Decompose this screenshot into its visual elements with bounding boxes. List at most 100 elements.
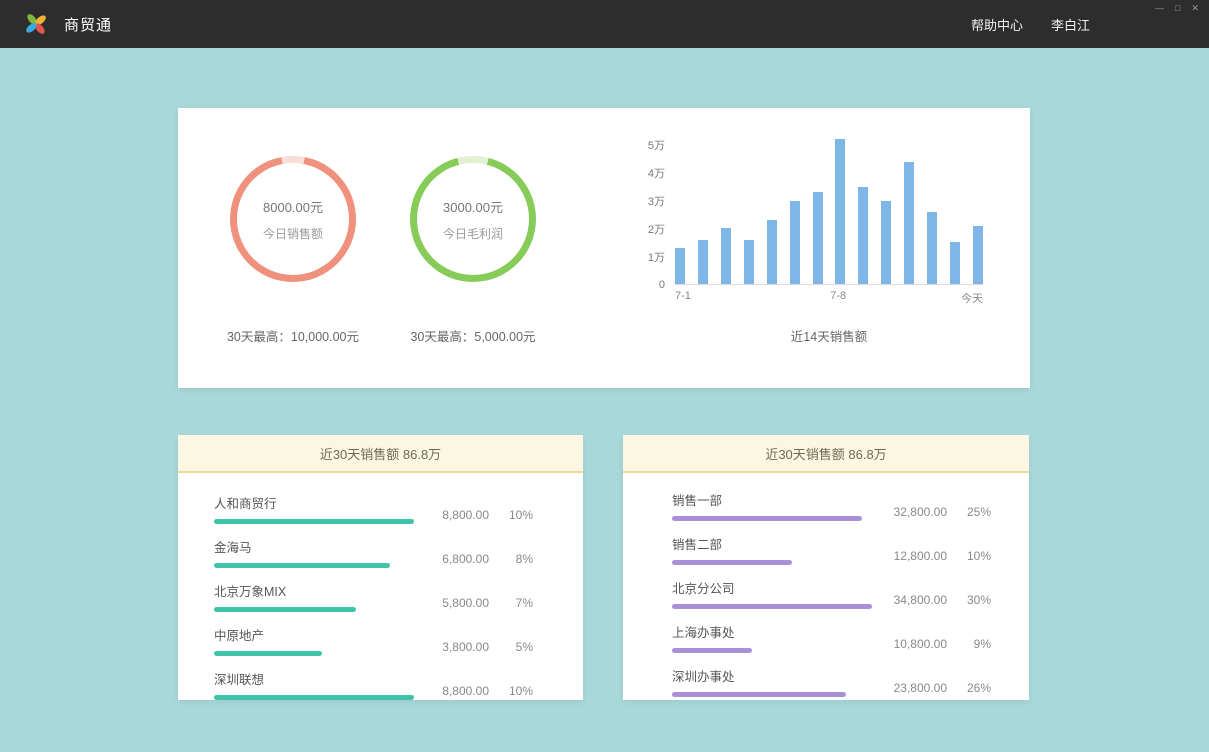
- username-link[interactable]: 李白江: [1051, 15, 1090, 34]
- today-profit-gauge: 3000.00元 今日毛利润 30天最高：5,000.00元: [378, 156, 568, 345]
- ranking-item-bar-track: [672, 692, 872, 697]
- ranking-item-value: 32,800.00: [885, 505, 947, 519]
- bar-chart-bar: [973, 226, 983, 284]
- ranking-item-bar-track: [214, 519, 414, 524]
- ranking-item-name: 人和商贸行: [214, 493, 427, 512]
- help-center-link[interactable]: 帮助中心: [971, 15, 1023, 34]
- ranking-row: 金海马 6,800.00 8%: [214, 537, 533, 568]
- app-logo-icon: [24, 12, 48, 36]
- ranking-item-bar: [672, 604, 872, 609]
- ranking-row: 深圳办事处 23,800.00 26%: [672, 666, 991, 697]
- ranking-item-percent: 5%: [505, 640, 533, 654]
- ranking-item-bar: [214, 695, 414, 700]
- ranking-row-left: 金海马: [214, 537, 427, 568]
- ranking-item-bar: [214, 563, 390, 568]
- ranking-row-right: 23,800.00 26%: [885, 681, 991, 697]
- chart-y-axis: 5万 4万 3万 2万 1万 0: [633, 145, 675, 285]
- titlebar-links: 帮助中心 李白江: [943, 15, 1090, 34]
- y-axis-label: 2万: [648, 221, 665, 237]
- ranking-item-percent: 10%: [505, 508, 533, 522]
- ranking-item-name: 深圳办事处: [672, 666, 885, 685]
- chart-plot-row: 5万 4万 3万 2万 1万 0: [633, 145, 983, 285]
- bar-chart-bar: [675, 248, 685, 284]
- ranking-row-right: 10,800.00 9%: [885, 637, 991, 653]
- today-profit-ring: 3000.00元 今日毛利润: [410, 156, 536, 282]
- ranking-item-bar-track: [214, 651, 414, 656]
- department-ranking-card: 近30天销售额 86.8万 销售一部 32,800.00 25% 销售二部 12…: [623, 435, 1029, 700]
- ranking-row-right: 12,800.00 10%: [885, 549, 991, 565]
- y-axis-label: 5万: [648, 137, 665, 153]
- maximize-icon[interactable]: □: [1175, 3, 1180, 14]
- minimize-icon[interactable]: —: [1155, 3, 1164, 14]
- ranking-item-percent: 25%: [963, 505, 991, 519]
- ranking-item-bar: [672, 648, 752, 653]
- department-ranking-title: 近30天销售额 86.8万: [623, 435, 1029, 473]
- ranking-item-bar-track: [672, 560, 872, 565]
- ranking-item-value: 8,800.00: [427, 684, 489, 698]
- ranking-row-left: 中原地产: [214, 625, 427, 656]
- ranking-item-value: 12,800.00: [885, 549, 947, 563]
- ranking-row: 北京万象MIX 5,800.00 7%: [214, 581, 533, 612]
- ranking-row-right: 8,800.00 10%: [427, 508, 533, 524]
- ranking-item-value: 34,800.00: [885, 593, 947, 607]
- ranking-item-bar: [672, 560, 792, 565]
- today-profit-30day-max: 30天最高：5,000.00元: [378, 326, 568, 345]
- ranking-row-left: 人和商贸行: [214, 493, 427, 524]
- ranking-item-percent: 10%: [963, 549, 991, 563]
- x-axis-label: 今天: [961, 290, 983, 306]
- ranking-item-value: 8,800.00: [427, 508, 489, 522]
- bar-chart-bar: [950, 242, 960, 284]
- ranking-item-bar: [672, 516, 862, 521]
- y-axis-label: 4万: [648, 165, 665, 181]
- ranking-item-bar-track: [214, 607, 414, 612]
- bar-plot: [675, 145, 983, 285]
- x-axis-label: 7-8: [830, 290, 846, 302]
- ranking-item-name: 销售二部: [672, 534, 885, 553]
- ranking-item-bar-track: [672, 516, 872, 521]
- window-controls: — □ ✕: [1155, 3, 1199, 14]
- ranking-row: 北京分公司 34,800.00 30%: [672, 578, 991, 609]
- ranking-item-name: 销售一部: [672, 490, 885, 509]
- ranking-item-value: 10,800.00: [885, 637, 947, 651]
- ranking-item-value: 3,800.00: [427, 640, 489, 654]
- ranking-item-bar-track: [672, 604, 872, 609]
- ranking-item-name: 北京分公司: [672, 578, 885, 597]
- ranking-item-bar-track: [214, 563, 414, 568]
- ranking-row-left: 北京分公司: [672, 578, 885, 609]
- ranking-row-left: 深圳联想: [214, 669, 427, 700]
- ranking-item-value: 5,800.00: [427, 596, 489, 610]
- ranking-item-name: 中原地产: [214, 625, 427, 644]
- customer-ranking-list: 人和商贸行 8,800.00 10% 金海马 6,800.00 8% 北京万象M…: [178, 473, 583, 700]
- ranking-row: 销售二部 12,800.00 10%: [672, 534, 991, 565]
- bar-chart-bar: [927, 212, 937, 284]
- titlebar: 商贸通 帮助中心 李白江 — □ ✕: [0, 0, 1209, 48]
- ranking-item-value: 23,800.00: [885, 681, 947, 695]
- x-axis-label: 7-1: [675, 290, 691, 302]
- bar-chart-bar: [904, 162, 914, 284]
- y-axis-label: 0: [659, 279, 665, 291]
- chart-caption: 近14天销售额: [675, 326, 983, 345]
- bar-chart-bar: [721, 228, 731, 284]
- y-axis-label: 1万: [648, 249, 665, 265]
- customer-ranking-title: 近30天销售额 86.8万: [178, 435, 583, 473]
- today-sales-ring: 8000.00元 今日销售额: [230, 156, 356, 282]
- y-axis-label: 3万: [648, 193, 665, 209]
- today-sales-ring-center: 8000.00元 今日销售额: [237, 163, 349, 275]
- sales-bar-chart: 5万 4万 3万 2万 1万 0 7-1 7-8 今天 近14天销售额: [633, 145, 983, 345]
- ranking-item-percent: 30%: [963, 593, 991, 607]
- ranking-row-left: 销售二部: [672, 534, 885, 565]
- ranking-row-right: 8,800.00 10%: [427, 684, 533, 700]
- today-profit-value: 3000.00元: [443, 197, 503, 216]
- close-icon[interactable]: ✕: [1191, 3, 1199, 14]
- today-sales-value: 8000.00元: [263, 197, 323, 216]
- ranking-item-name: 深圳联想: [214, 669, 427, 688]
- ranking-row-right: 5,800.00 7%: [427, 596, 533, 612]
- ranking-row-left: 上海办事处: [672, 622, 885, 653]
- bar-chart-bar: [698, 240, 708, 284]
- ranking-item-percent: 9%: [963, 637, 991, 651]
- ranking-row-right: 6,800.00 8%: [427, 552, 533, 568]
- ranking-row-left: 深圳办事处: [672, 666, 885, 697]
- ranking-item-bar-track: [672, 648, 872, 653]
- ranking-row: 销售一部 32,800.00 25%: [672, 490, 991, 521]
- ranking-item-percent: 8%: [505, 552, 533, 566]
